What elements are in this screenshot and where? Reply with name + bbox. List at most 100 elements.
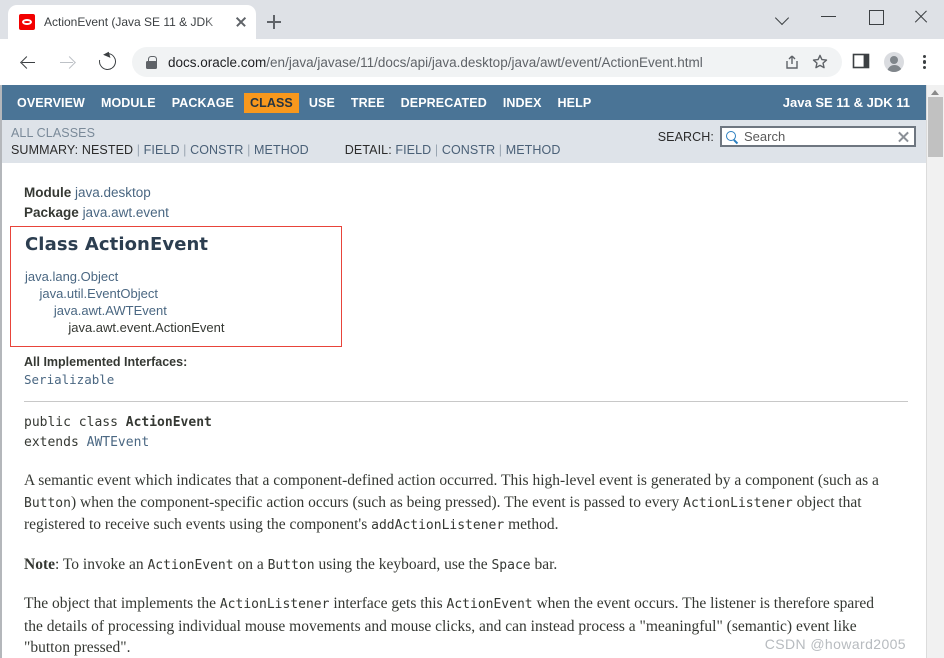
new-tab-button[interactable] xyxy=(261,9,287,35)
summary-link-field[interactable]: FIELD xyxy=(144,143,180,157)
description-paragraph: A semantic event which indicates that a … xyxy=(24,472,879,533)
avatar-icon xyxy=(884,52,904,72)
minimize-icon[interactable] xyxy=(806,0,852,32)
address-bar[interactable]: docs.oracle.com/en/java/javase/11/docs/a… xyxy=(132,47,842,77)
hierarchy-line-2[interactable]: java.awt.AWTEvent xyxy=(25,303,167,318)
detail-link-constr[interactable]: CONSTR xyxy=(442,143,495,157)
hierarchy-line-0[interactable]: java.lang.Object xyxy=(25,269,118,284)
topnav-item-deprecated[interactable]: DEPRECATED xyxy=(395,93,493,113)
signature-extends-keyword: extends xyxy=(24,435,87,450)
code-actionevent: ActionEvent xyxy=(147,557,234,573)
browser-toolbar: docs.oracle.com/en/java/javase/11/docs/a… xyxy=(0,39,944,85)
topnav-item-index[interactable]: INDEX xyxy=(497,93,548,113)
search-placeholder: Search xyxy=(744,129,786,144)
arrow-left-icon xyxy=(21,56,35,69)
chevron-down-icon[interactable] xyxy=(760,0,806,32)
product-version-label: Java SE 11 & JDK 11 xyxy=(782,95,910,110)
listener-paragraph: The object that implements the ActionLis… xyxy=(24,595,875,656)
topnav-item-module[interactable]: MODULE xyxy=(95,93,162,113)
url-domain: docs.oracle.com xyxy=(168,54,267,70)
detail-link-field[interactable]: FIELD xyxy=(395,143,431,157)
module-label: Module xyxy=(24,185,72,200)
reload-icon xyxy=(95,49,120,74)
oracle-favicon xyxy=(19,14,35,30)
note-label: Note xyxy=(24,555,55,573)
watermark: CSDN @howard2005 xyxy=(764,636,906,652)
three-dot-menu-icon[interactable] xyxy=(910,46,938,78)
browser-tab-actionevent[interactable]: ActionEvent (Java SE 11 & JDK xyxy=(8,5,256,39)
signature-class-name: ActionEvent xyxy=(125,415,212,430)
package-line: Package java.awt.event xyxy=(24,203,908,223)
signature-superclass-link[interactable]: AWTEvent xyxy=(87,435,150,450)
summary-link-constr[interactable]: CONSTR xyxy=(190,143,243,157)
implemented-interfaces-value[interactable]: Serializable xyxy=(24,372,908,387)
browser-window: ActionEvent (Java SE 11 & JDK docs.oracl… xyxy=(0,0,944,658)
implemented-interfaces-block: All Implemented Interfaces: Serializable xyxy=(24,355,908,387)
forward-button[interactable] xyxy=(52,46,84,78)
javadoc-subnav: ALL CLASSES SUMMARY: NESTED | FIELD | CO… xyxy=(2,120,928,163)
summary-nested: NESTED xyxy=(81,143,134,157)
summary-link-method[interactable]: METHOD xyxy=(254,143,309,157)
summary-label: SUMMARY: xyxy=(11,143,79,157)
topnav-item-class[interactable]: CLASS xyxy=(244,92,299,113)
url-text: docs.oracle.com/en/java/javase/11/docs/a… xyxy=(168,55,778,70)
scrollbar-thumb[interactable] xyxy=(928,97,943,157)
scroll-up-arrow-icon[interactable] xyxy=(927,85,944,97)
class-hierarchy: java.lang.Object java.util.EventObject j… xyxy=(25,268,331,336)
url-path: /en/java/javase/11/docs/api/java.desktop… xyxy=(266,54,703,70)
hierarchy-line-3: java.awt.event.ActionEvent xyxy=(25,320,225,335)
topnav-item-use[interactable]: USE xyxy=(303,93,341,113)
topnav-item-overview[interactable]: OVERVIEW xyxy=(11,93,91,113)
back-button[interactable] xyxy=(12,46,44,78)
side-panel-button[interactable] xyxy=(846,46,878,78)
implemented-interfaces-label: All Implemented Interfaces: xyxy=(24,355,188,369)
javadoc-topnav: OVERVIEW MODULE PACKAGE CLASS USE TREE D… xyxy=(2,85,928,120)
clear-x-icon[interactable] xyxy=(897,130,910,143)
share-icon[interactable] xyxy=(778,48,806,76)
arrow-right-icon xyxy=(60,56,74,69)
module-line: Module java.desktop xyxy=(24,183,908,203)
code-button: Button xyxy=(267,557,315,573)
signature-line-2: extends AWTEvent xyxy=(24,433,908,453)
detail-link-method[interactable]: METHOD xyxy=(506,143,561,157)
topnav-item-package[interactable]: PACKAGE xyxy=(166,93,240,113)
search-input[interactable]: Search xyxy=(720,126,916,147)
annotation-box-class-hierarchy: Class ActionEvent java.lang.Object java.… xyxy=(10,226,342,347)
signature-line-1: public class ActionEvent xyxy=(24,413,908,433)
detail-label: DETAIL: xyxy=(344,143,392,157)
lock-icon xyxy=(146,55,157,69)
module-link[interactable]: java.desktop xyxy=(75,185,151,200)
package-link[interactable]: java.awt.event xyxy=(83,205,169,220)
javadoc-content: Module java.desktop Package java.awt.eve… xyxy=(2,163,928,658)
magnifier-icon xyxy=(725,130,739,144)
code-actionlistener: ActionListener xyxy=(683,495,793,511)
javadoc-page: OVERVIEW MODULE PACKAGE CLASS USE TREE D… xyxy=(2,85,928,658)
code-actionlistener: ActionListener xyxy=(219,597,330,612)
page-title: Class ActionEvent xyxy=(25,234,209,255)
code-actionevent: ActionEvent xyxy=(446,597,533,612)
window-controls xyxy=(760,0,944,32)
class-signature: public class ActionEvent extends AWTEven… xyxy=(24,413,908,453)
profile-button[interactable] xyxy=(878,46,910,78)
package-label: Package xyxy=(24,205,79,220)
code-addactionlistener: addActionListener xyxy=(371,518,505,533)
hierarchy-line-1[interactable]: java.util.EventObject xyxy=(25,286,158,301)
star-icon[interactable] xyxy=(806,48,834,76)
close-icon[interactable] xyxy=(898,0,944,32)
browser-tabstrip-area: ActionEvent (Java SE 11 & JDK xyxy=(0,0,944,39)
divider xyxy=(24,401,908,402)
maximize-icon[interactable] xyxy=(852,0,898,32)
page-viewport: OVERVIEW MODULE PACKAGE CLASS USE TREE D… xyxy=(0,85,944,658)
tab-strip: ActionEvent (Java SE 11 & JDK xyxy=(0,0,944,39)
topnav-item-tree[interactable]: TREE xyxy=(345,93,391,113)
signature-modifiers: public class xyxy=(24,415,126,430)
code-button: Button xyxy=(24,495,71,511)
topnav-item-help[interactable]: HELP xyxy=(552,93,598,113)
reload-button[interactable] xyxy=(92,46,124,78)
page-scrollbar[interactable] xyxy=(926,85,944,658)
note-paragraph: Note: To invoke an ActionEvent on a Butt… xyxy=(24,555,558,573)
search-label: SEARCH: xyxy=(657,129,714,144)
close-icon[interactable] xyxy=(232,13,250,31)
code-space: Space xyxy=(491,557,531,573)
search-area: SEARCH: Search xyxy=(658,126,916,147)
